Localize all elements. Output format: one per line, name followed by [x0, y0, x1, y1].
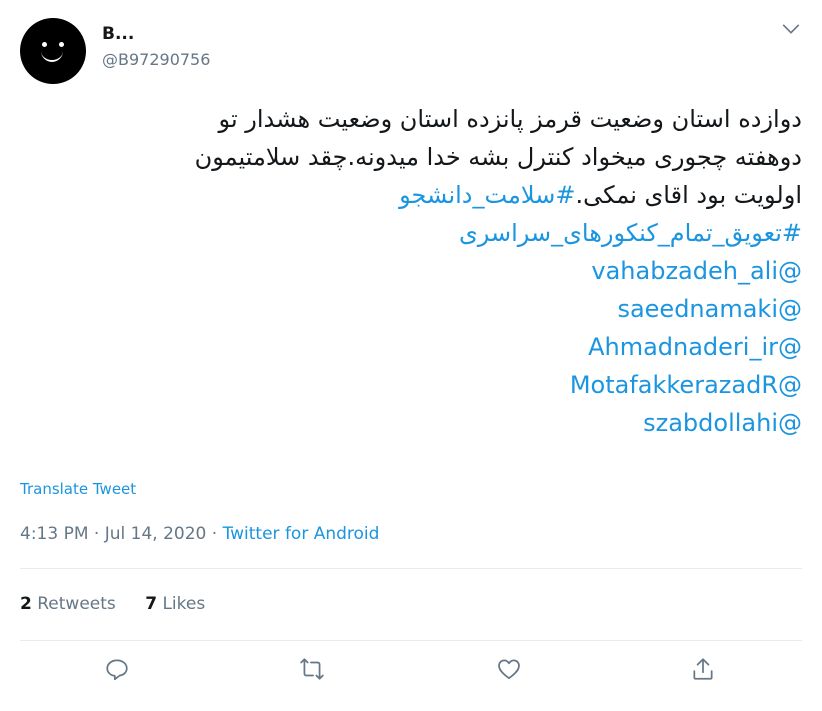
likes-label: Likes: [162, 594, 206, 614]
mention-link[interactable]: @vahabzadeh_ali: [20, 252, 802, 290]
mention-link[interactable]: @szabdollahi: [20, 404, 802, 442]
heart-icon[interactable]: [496, 656, 526, 686]
tweet-text: دوازده استان وضعیت قرمز پانزده استان وضع…: [20, 100, 802, 442]
tweet-line: اولویت بود اقای نمکی.#سلامت_دانشجو: [20, 176, 802, 214]
tweet-stats: 2 Retweets 7 Likes: [20, 594, 229, 614]
retweets-count: 2: [20, 594, 32, 614]
hashtag-link[interactable]: #سلامت_دانشجو: [399, 181, 575, 209]
share-icon[interactable]: [690, 656, 720, 686]
retweets-stat[interactable]: 2 Retweets: [20, 594, 116, 614]
likes-count: 7: [145, 594, 158, 614]
retweets-label: Retweets: [37, 594, 116, 614]
reply-icon[interactable]: [104, 656, 134, 686]
tweet-time[interactable]: 4:13 PM: [20, 524, 89, 544]
mention-link[interactable]: @MotafakkerazadR: [20, 366, 802, 404]
avatar-smile: [41, 51, 63, 62]
meta-separator: ·: [93, 524, 100, 544]
tweet-date[interactable]: Jul 14, 2020: [105, 524, 207, 544]
hashtag-link[interactable]: #تعویق_تمام_کنکورهای_سراسری: [20, 214, 802, 252]
avatar-eye: [59, 42, 64, 47]
tweet-line: دوهفته چجوری میخواد کنترل بشه خدا میدونه…: [194, 143, 802, 171]
avatar[interactable]: [20, 18, 86, 84]
mention-link[interactable]: @saeednamaki: [20, 290, 802, 328]
divider: [20, 640, 802, 641]
translate-tweet-link[interactable]: Translate Tweet: [20, 480, 136, 498]
tweet-line: دوازده استان وضعیت قرمز پانزده استان وضع…: [218, 105, 802, 133]
author-handle[interactable]: @B97290756: [102, 50, 210, 69]
tweet-line-text: اولویت بود اقای نمکی.: [575, 181, 802, 209]
author-display-name[interactable]: B...: [102, 24, 134, 44]
mention-link[interactable]: @Ahmadnaderi_ir: [20, 328, 802, 366]
divider: [20, 568, 802, 569]
tweet-meta: 4:13 PM · Jul 14, 2020 · Twitter for And…: [20, 524, 379, 544]
avatar-eye: [42, 42, 47, 47]
chevron-down-icon[interactable]: [780, 18, 802, 40]
meta-separator: ·: [211, 524, 218, 544]
retweet-icon[interactable]: [299, 656, 329, 686]
tweet-source[interactable]: Twitter for Android: [223, 524, 380, 544]
likes-stat[interactable]: 7 Likes: [145, 594, 205, 614]
